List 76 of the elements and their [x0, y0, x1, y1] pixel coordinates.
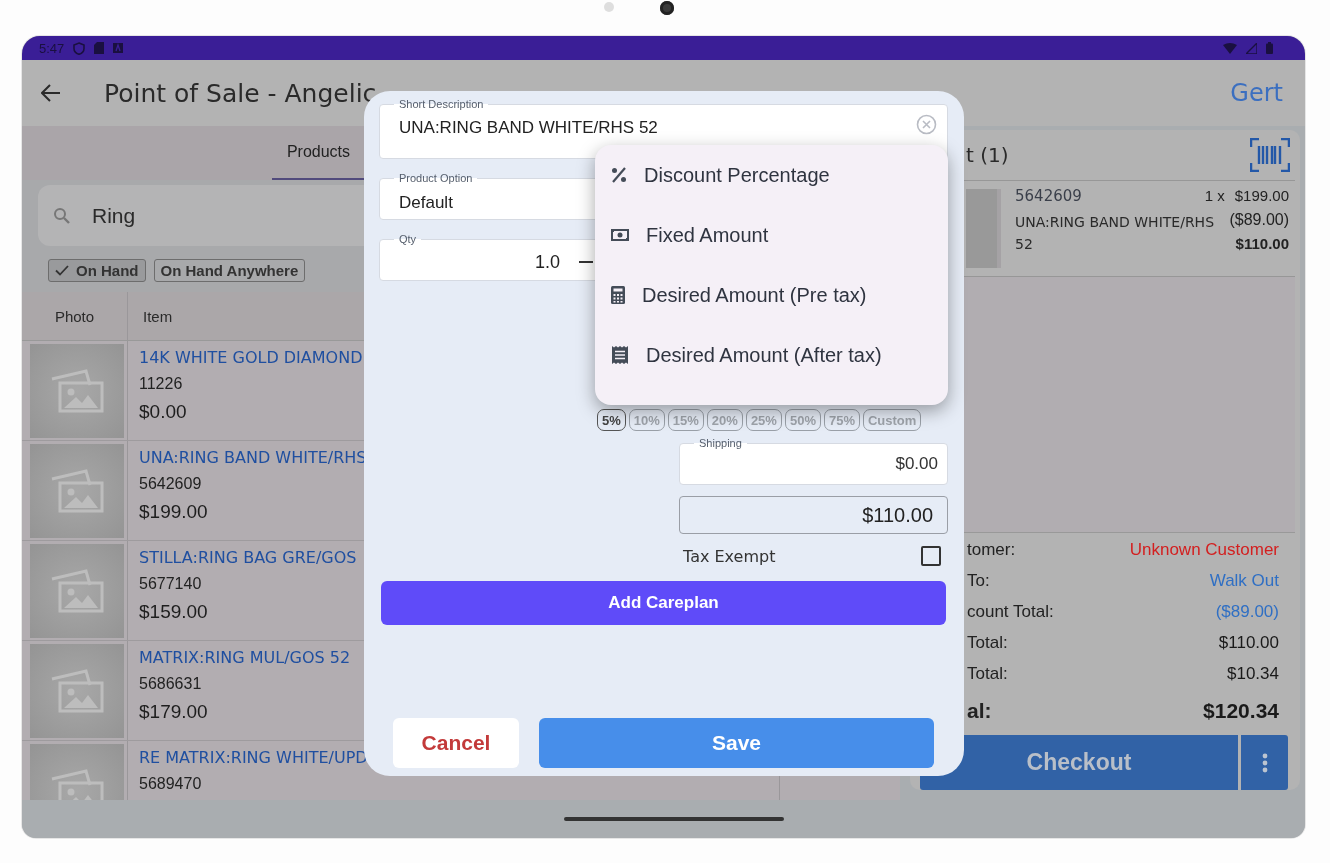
summary-value: ($89.00) [1215, 602, 1279, 622]
summary-label: count Total: [967, 602, 1054, 622]
screen-title: Point of Sale - Angelic [104, 78, 377, 108]
line-total-field: $110.00 [679, 496, 948, 534]
product-name[interactable]: RE MATRIX:RING WHITE/UPD [139, 748, 368, 767]
percent-icon [611, 167, 627, 183]
cart-title: t (1) [966, 143, 1009, 167]
battery-icon [1266, 42, 1273, 54]
summary-value: Walk Out [1209, 571, 1279, 591]
filter-chip[interactable]: On Hand [48, 259, 146, 282]
summary-label: Total: [967, 664, 1008, 684]
clear-icon[interactable] [916, 114, 937, 135]
product-sku: 5642609 [139, 475, 202, 493]
tax-exempt-checkbox[interactable] [921, 546, 941, 566]
discount-chip[interactable]: 25% [745, 409, 782, 431]
tax-exempt-label: Tax Exempt [683, 546, 776, 566]
summary-value: $120.34 [1203, 699, 1279, 723]
more-button[interactable] [1241, 735, 1288, 790]
camera-lens [660, 1, 674, 15]
column-header: Photo [22, 292, 128, 340]
shield-icon [73, 41, 86, 55]
signal-icon [1246, 42, 1257, 54]
more-vertical-icon [1261, 752, 1268, 773]
calculator-icon [611, 286, 625, 304]
add-careplan-button[interactable]: Add Careplan [381, 581, 946, 625]
product-sku: 5677140 [139, 575, 202, 593]
search-icon [53, 206, 71, 225]
user-name[interactable]: Gert [1230, 79, 1283, 107]
product-name[interactable]: STILLA:RING BAG GRE/GOS [139, 548, 357, 567]
summary-value: $10.34 [1227, 664, 1279, 684]
cart-item-sku: 5642609 [1015, 187, 1083, 205]
product-sku: 5686631 [139, 675, 202, 693]
minus-icon[interactable] [579, 261, 593, 263]
product-price: $199.00 [139, 501, 208, 523]
discount-chip[interactable]: 10% [628, 409, 665, 431]
cart-item-total: $110.00 [1235, 235, 1289, 252]
product-name[interactable]: UNA:RING BAND WHITE/RHS [139, 448, 367, 467]
check-icon [55, 265, 69, 276]
back-arrow-icon[interactable] [41, 84, 61, 102]
discount-chip[interactable]: 5% [597, 409, 626, 431]
product-price: $159.00 [139, 601, 208, 623]
cart-item-price: $199.00 [1234, 187, 1289, 204]
wifi-icon [1223, 42, 1237, 54]
summary-label: Total: [967, 633, 1008, 653]
discount-chip[interactable]: 20% [706, 409, 743, 431]
save-button[interactable]: Save [539, 718, 934, 768]
product-name[interactable]: 14K WHITE GOLD DIAMOND [139, 348, 363, 367]
gesture-handle[interactable] [563, 817, 784, 821]
status-time: 5:47 [39, 40, 65, 56]
cash-icon [611, 229, 629, 241]
summary-label: tomer: [967, 540, 1016, 560]
summary-label: To: [967, 571, 990, 591]
discount-chip[interactable]: 15% [667, 409, 704, 431]
discount-chip[interactable]: 50% [784, 409, 821, 431]
filter-chip[interactable]: On Hand Anywhere [153, 259, 306, 282]
checkout-button[interactable]: Checkout [920, 735, 1238, 790]
product-name[interactable]: MATRIX:RING MUL/GOS 52 [139, 648, 351, 667]
sensor-dot [604, 2, 614, 12]
cart-item-discount: ($89.00) [1229, 211, 1289, 229]
cancel-button[interactable]: Cancel [393, 718, 519, 768]
app-notification-icon [113, 43, 124, 53]
summary-value: $110.00 [1218, 633, 1279, 653]
product-sku: 5689470 [139, 775, 202, 793]
receipt-icon [611, 346, 629, 364]
discount-chip[interactable]: 75% [823, 409, 860, 431]
discount-chip[interactable]: Custom [863, 409, 922, 431]
barcode-scan-icon[interactable] [1250, 138, 1290, 172]
menu-item[interactable]: Fixed Amount [595, 205, 948, 265]
cart-item-name: UNA:RING BAND WHITE/RHS 52 [1015, 213, 1215, 254]
product-price: $179.00 [139, 701, 208, 723]
product-sku: 11226 [139, 375, 183, 393]
product-price: $0.00 [139, 401, 187, 423]
summary-value: Unknown Customer [1129, 540, 1279, 560]
summary-label: al: [967, 699, 992, 723]
cart-item-quantity: 1 x [1204, 187, 1225, 204]
sd-card-icon [94, 42, 105, 54]
